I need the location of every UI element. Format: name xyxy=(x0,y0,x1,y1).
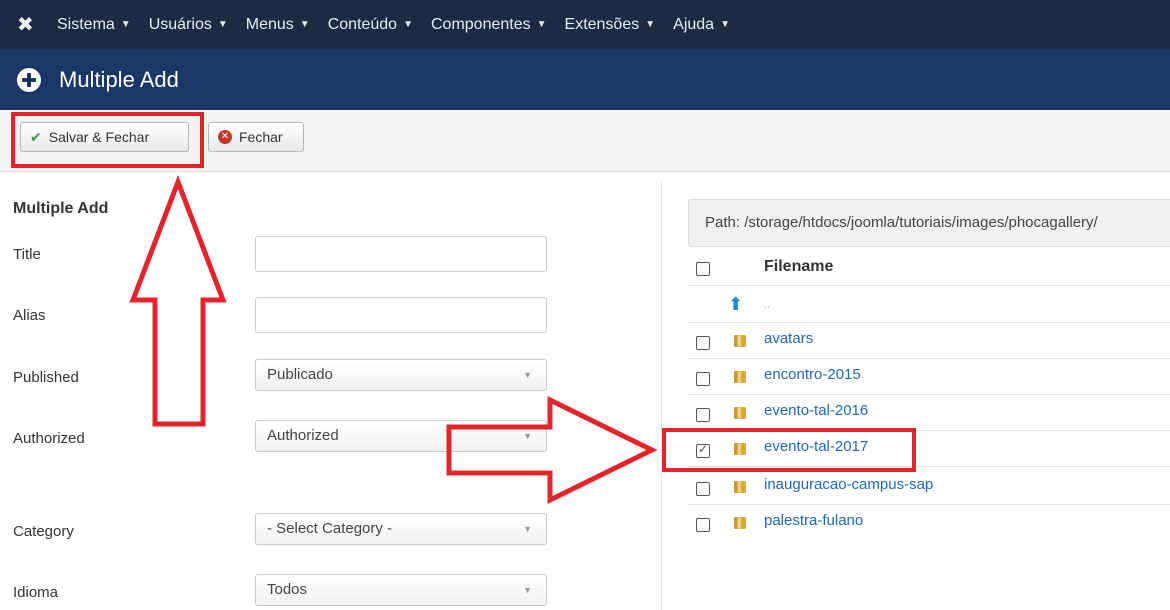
up-arrow-annotation xyxy=(129,174,227,427)
right-arrow-annotation xyxy=(446,395,658,505)
annotation-arrows xyxy=(129,174,658,505)
